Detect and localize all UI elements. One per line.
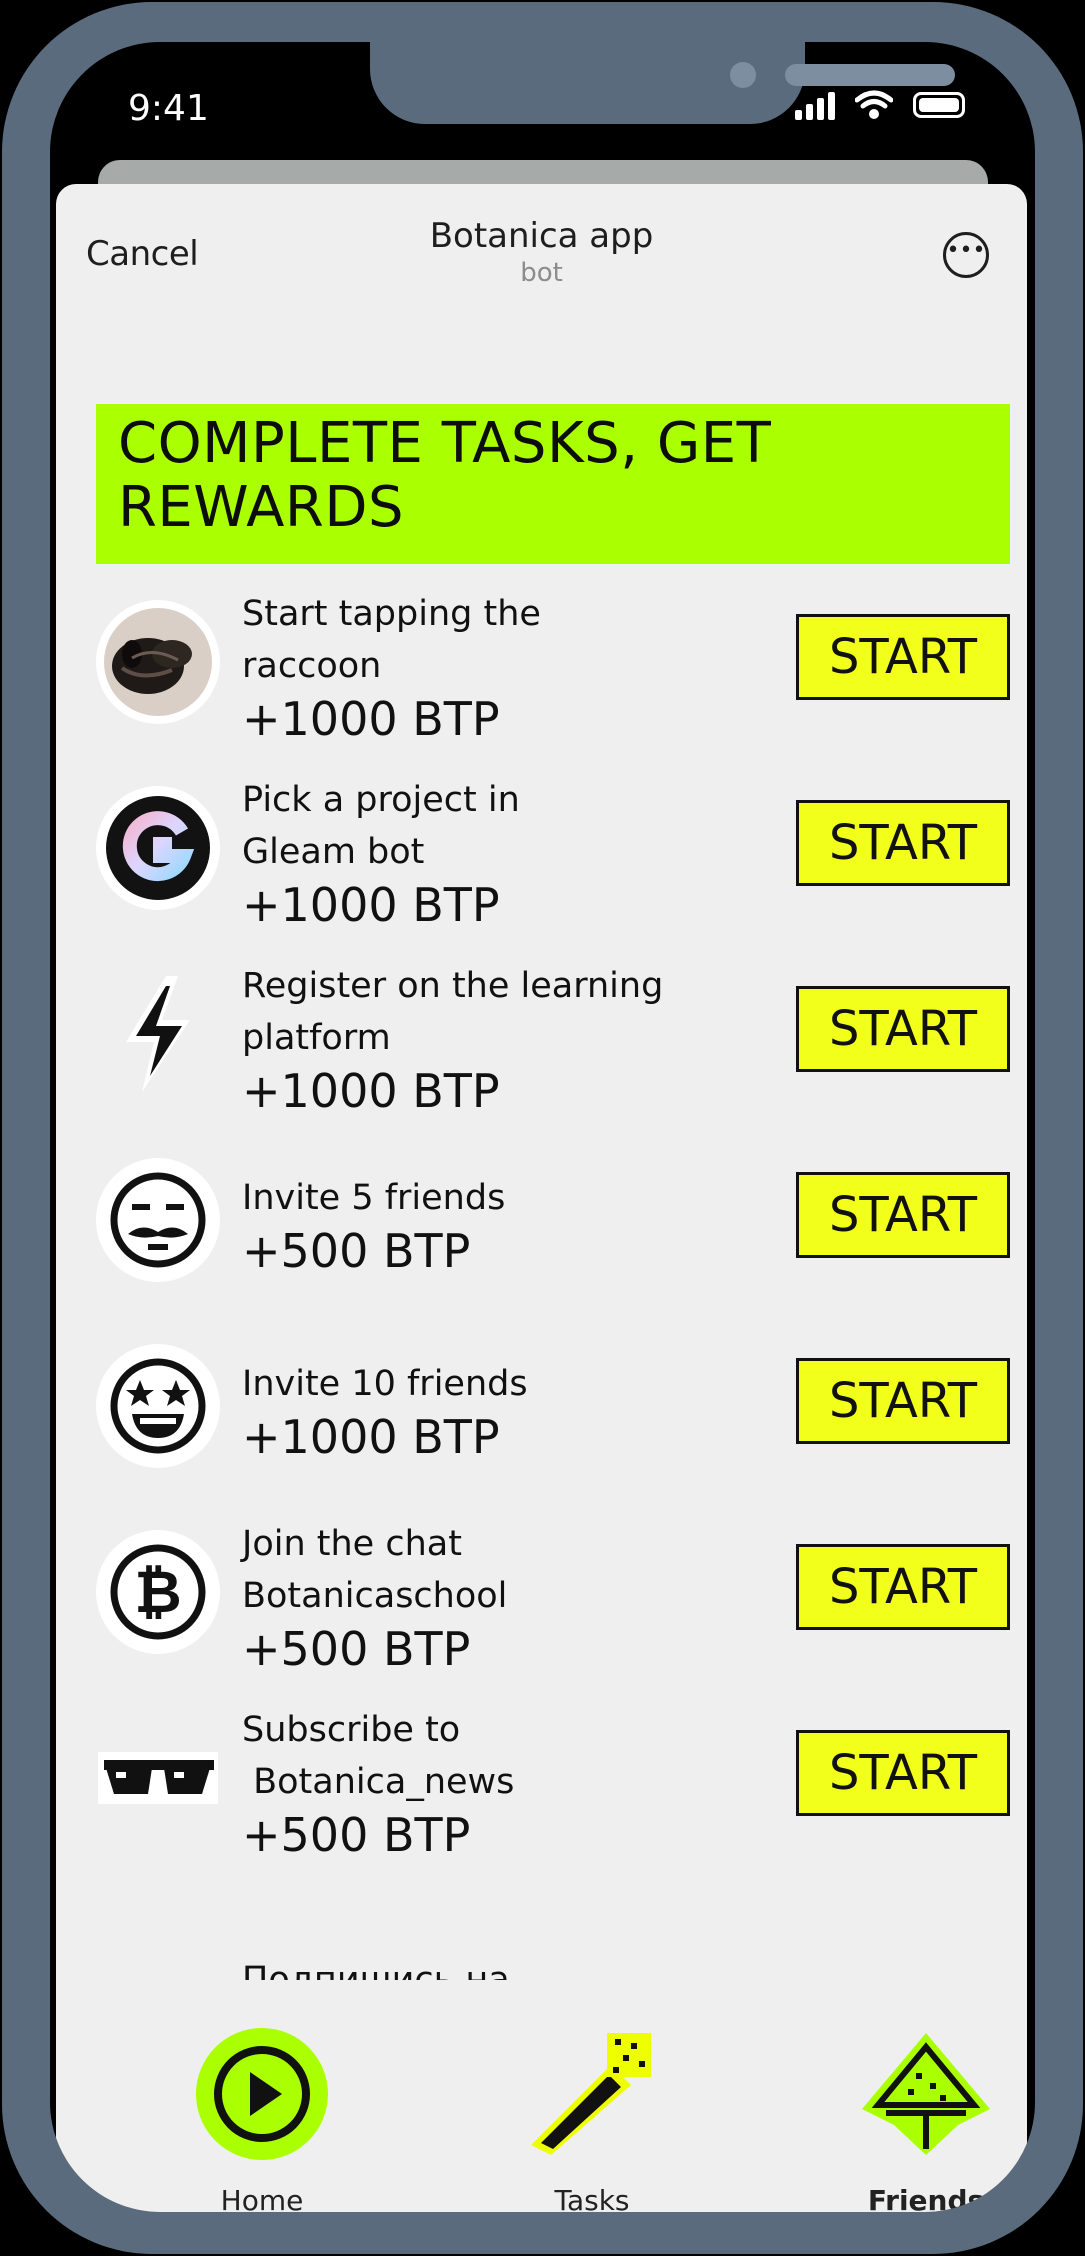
start-button[interactable]: START: [796, 986, 1010, 1072]
task-title-line-1: Invite 10 friends: [242, 1364, 528, 1404]
nav-home[interactable]: Home: [162, 2024, 362, 2212]
status-icons: [795, 90, 965, 120]
star-eyes-face-icon: [96, 1344, 220, 1468]
task-title-line-2: Gleam bot: [242, 832, 425, 872]
task-title-line-1: Invite 5 friends: [242, 1178, 506, 1218]
signal-icon: [795, 90, 835, 120]
task-reward: +500 BTP: [242, 1622, 471, 1676]
bot-webapp-sheet: Cancel Botanica app bot ••• COMPLETE TAS…: [56, 184, 1027, 2212]
task-item: Invite 10 friends +1000 BTP START: [96, 1330, 1010, 1500]
task-reward: +1000 BTP: [242, 1064, 500, 1118]
bitcoin-coin-icon: ₿: [96, 1530, 220, 1654]
nav-label: Home: [220, 2184, 304, 2212]
task-item: ₿ Join the chat Botanicaschool +500 BTP …: [96, 1516, 1010, 1686]
nav-friends[interactable]: Friends: [826, 2024, 1026, 2212]
start-button[interactable]: START: [796, 1544, 1010, 1630]
task-title-line-2: platform: [242, 1018, 391, 1058]
task-item: Subscribe to Botanica_news +500 BTP STAR…: [96, 1702, 1010, 1872]
sunglasses-icon: [96, 1716, 220, 1840]
task-title-line-1: Subscribe to: [242, 1710, 461, 1750]
start-button[interactable]: START: [796, 1730, 1010, 1816]
start-button[interactable]: START: [796, 800, 1010, 886]
notch: [370, 42, 955, 124]
ellipsis-circle-icon[interactable]: •••: [943, 232, 989, 278]
task-title-line-2: Botanicaschool: [242, 1576, 508, 1616]
start-button[interactable]: START: [796, 1358, 1010, 1444]
app-title: Botanica app: [429, 216, 654, 256]
task-title-line-2: raccoon: [242, 646, 382, 686]
task-reward: +1000 BTP: [242, 1410, 500, 1464]
phone-screen: 9:41 Cancel Botanica app bot ••• COMPLET…: [50, 42, 1035, 2212]
wifi-icon: [855, 90, 893, 119]
task-title-line-1: Pick a project in: [242, 780, 520, 820]
task-title-line-1: Join the chat: [242, 1524, 462, 1564]
mustache-face-icon: [96, 1158, 220, 1282]
magic-wand-icon: [522, 2024, 662, 2164]
nav-tasks[interactable]: Tasks: [492, 2024, 692, 2212]
task-title-line-1: Register on the learning: [242, 966, 664, 1006]
task-item: Start tapping the raccoon +1000 BTP STAR…: [96, 586, 1010, 756]
task-reward: +500 BTP: [242, 1224, 471, 1278]
page-title-banner: COMPLETE TASKS, GET REWARDS: [96, 404, 1010, 564]
task-item: Invite 5 friends +500 BTP START: [96, 1144, 1010, 1314]
task-reward: +1000 BTP: [242, 692, 500, 746]
app-subtitle: bot: [520, 258, 563, 288]
svg-text:₿: ₿: [134, 1558, 181, 1626]
task-title-line-1: Start tapping the: [242, 594, 541, 634]
task-reward: +500 BTP: [242, 1808, 471, 1862]
nav-label: Friends: [867, 2184, 985, 2212]
play-circle-icon: [192, 2024, 332, 2164]
speaker-slot: [785, 64, 955, 86]
bottom-nav: Home Tasks Friends: [56, 2024, 1027, 2212]
start-button[interactable]: START: [796, 1172, 1010, 1258]
task-title-line-2: Botanica_news: [242, 1762, 515, 1802]
task-item: Register on the learning platform +1000 …: [96, 958, 1010, 1128]
task-item: Pick a project in Gleam bot +1000 BTP ST…: [96, 772, 1010, 942]
battery-icon: [913, 92, 965, 118]
nav-label: Tasks: [554, 2184, 630, 2212]
raccoon-avatar-icon: [96, 600, 220, 724]
tent-icon: [856, 2024, 996, 2164]
lightning-icon: [96, 972, 220, 1096]
next-task-peek: Подпишись на: [242, 1960, 510, 1980]
start-button[interactable]: START: [796, 614, 1010, 700]
camera-dot: [730, 62, 756, 88]
status-time: 9:41: [128, 88, 209, 129]
task-reward: +1000 BTP: [242, 878, 500, 932]
gleam-logo-icon: [96, 786, 220, 910]
